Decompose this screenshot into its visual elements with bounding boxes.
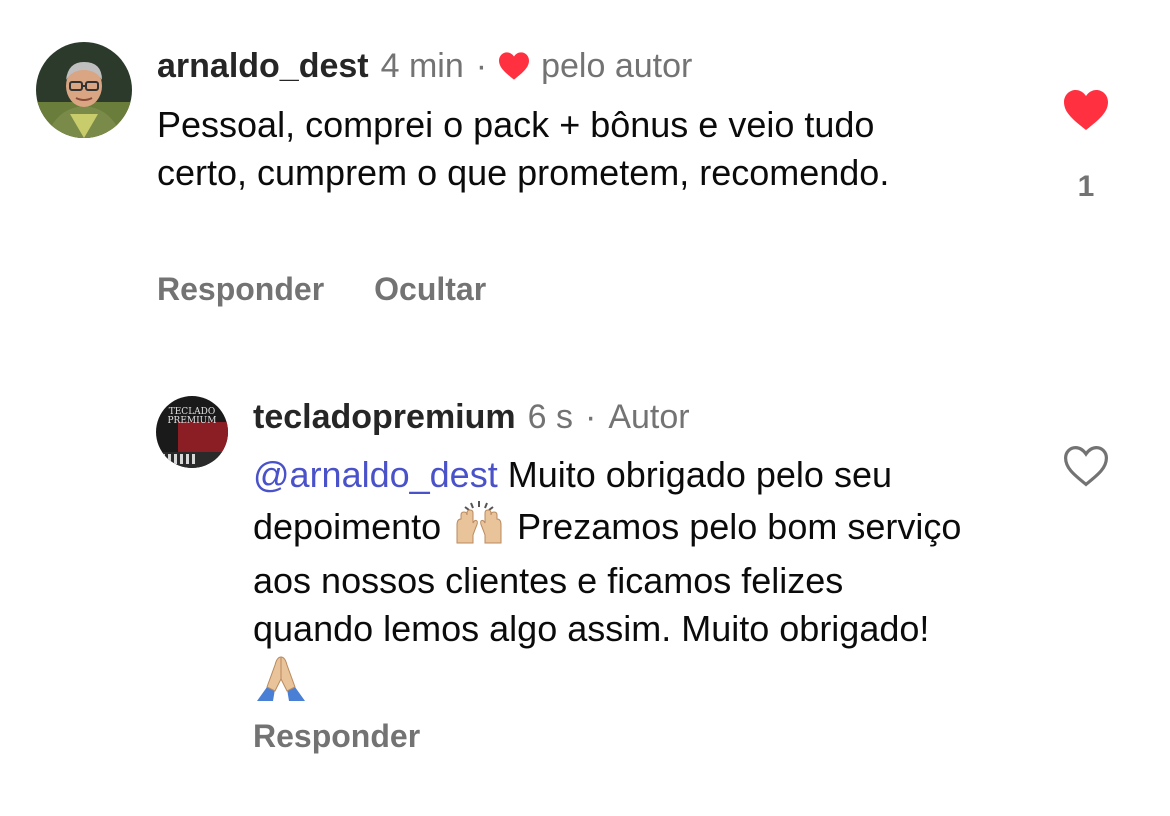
avatar-arnaldo[interactable] [36, 42, 132, 138]
reply-button[interactable]: Responder [157, 269, 324, 309]
hide-button[interactable]: Ocultar [374, 269, 486, 309]
comment-meta: tecladopremium 6 s · Autor [253, 397, 690, 437]
comment-meta: arnaldo_dest 4 min · pelo autor [157, 46, 692, 86]
svg-text:PREMIUM: PREMIUM [168, 416, 217, 426]
comment-actions: Responder [253, 716, 420, 756]
heart-outline-icon[interactable] [1061, 444, 1111, 488]
like-count: 1 [1077, 170, 1095, 203]
heart-filled-icon [497, 51, 531, 81]
folded-hands-emoji [253, 653, 309, 713]
timestamp: 6 s [527, 398, 573, 436]
avatar-logo: TECLADO PREMIUM [156, 396, 228, 468]
author-badge: Autor [608, 398, 690, 436]
comment-text: Pessoal, comprei o pack + bônus e veio t… [157, 104, 890, 193]
heart-filled-icon[interactable] [1061, 88, 1111, 132]
comment-actions: Responder Ocultar [157, 269, 486, 309]
liked-by-author-label: pelo autor [541, 47, 693, 85]
username[interactable]: arnaldo_dest [157, 46, 369, 86]
like-column: 1 [1060, 88, 1112, 204]
separator: · [584, 398, 597, 436]
comment-text: @arnaldo_dest Muito obrigado pelo seu de… [253, 451, 973, 713]
raising-hands-emoji [451, 499, 507, 557]
comment-tecladopremium: TECLADO PREMIUM tecladopremium 6 s · Aut… [0, 330, 1170, 816]
mention-link[interactable]: @arnaldo_dest [253, 454, 498, 495]
username[interactable]: tecladopremium [253, 397, 516, 437]
separator: · [475, 47, 488, 85]
avatar-photo [36, 42, 132, 138]
reply-button[interactable]: Responder [253, 716, 420, 756]
timestamp: 4 min [380, 47, 464, 85]
avatar-tecladopremium[interactable]: TECLADO PREMIUM [156, 396, 228, 468]
like-column [1060, 444, 1112, 488]
comment-arnaldo: arnaldo_dest 4 min · pelo autor Pessoal,… [0, 0, 1170, 330]
